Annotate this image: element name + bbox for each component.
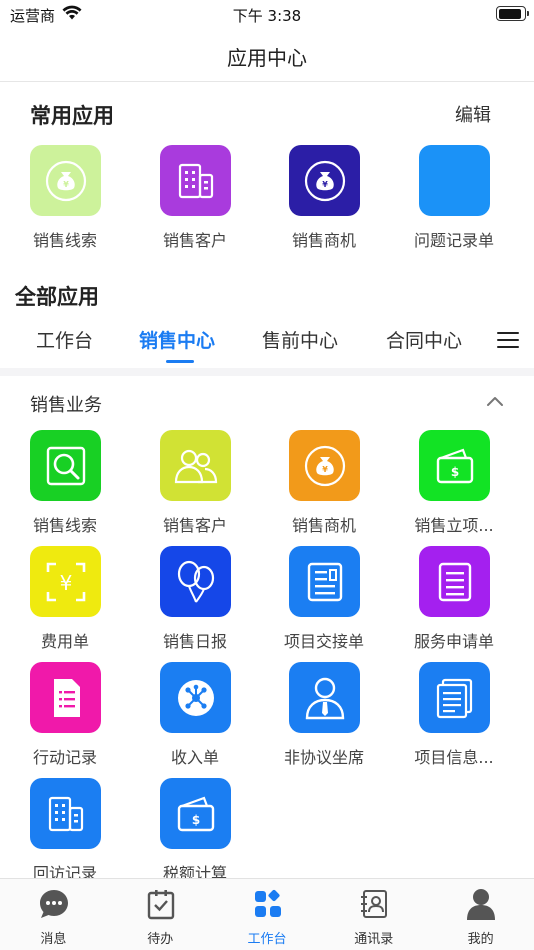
- common-app-item[interactable]: 销售客户: [130, 145, 260, 257]
- common-app-item[interactable]: 问题记录单: [389, 145, 519, 257]
- active-tab-indicator: [166, 360, 194, 363]
- contacts-icon: [357, 887, 391, 921]
- tab-bar-item[interactable]: 消息: [0, 879, 107, 950]
- money-bag-icon: ¥: [289, 145, 360, 216]
- money-bag-icon: ¥: [289, 430, 360, 501]
- sales-app-item[interactable]: 收入单: [130, 662, 260, 774]
- customers-icon: [160, 430, 231, 501]
- tab-sales-center[interactable]: 销售中心: [139, 326, 215, 353]
- sales-app-item[interactable]: 项目信息...: [389, 662, 519, 774]
- tab-bar-item[interactable]: 通讯录: [320, 879, 427, 950]
- sales-app-label: 项目信息...: [414, 748, 494, 767]
- sales-app-item[interactable]: ¥ 费用单: [0, 546, 130, 658]
- balloon-icon: [160, 546, 231, 617]
- sales-app-item[interactable]: 非协议坐席: [259, 662, 389, 774]
- common-app-label: 问题记录单: [413, 231, 494, 250]
- chevron-up-icon[interactable]: [486, 395, 504, 407]
- group-title: 销售业务: [30, 395, 102, 416]
- wallet-icon: $: [419, 430, 490, 501]
- sales-app-item[interactable]: $ 税额计算: [130, 778, 260, 890]
- status-time: 下午 3:38: [232, 7, 302, 25]
- profile-icon: [464, 887, 498, 921]
- section-divider: [0, 368, 534, 376]
- status-bar: 运营商 下午 3:38: [0, 0, 534, 30]
- newspaper-icon: [289, 546, 360, 617]
- tab-contract-center[interactable]: 合同中心: [386, 326, 462, 353]
- sales-app-label: 费用单: [40, 632, 89, 651]
- papers-icon: [419, 662, 490, 733]
- todo-icon: [144, 887, 178, 921]
- svg-text:$: $: [191, 813, 199, 827]
- sales-app-item[interactable]: 服务申请单: [389, 546, 519, 658]
- svg-text:¥: ¥: [59, 571, 72, 595]
- blank-icon: [419, 145, 490, 216]
- tab-bar-label: 通讯录: [354, 932, 394, 947]
- all-apps-title: 全部应用: [15, 285, 99, 309]
- sales-app-item[interactable]: 项目交接单: [259, 546, 389, 658]
- sales-app-label: 项目交接单: [283, 632, 364, 651]
- sales-app-label: 销售线索: [32, 516, 97, 535]
- common-app-label: 销售客户: [162, 231, 227, 250]
- bottom-tab-bar: 消息 待办 工作台 通讯录 我的: [0, 878, 534, 950]
- list-doc-icon: [30, 662, 101, 733]
- sales-app-label: 销售立项...: [414, 516, 494, 535]
- svg-text:¥: ¥: [322, 465, 328, 474]
- svg-text:¥: ¥: [63, 180, 69, 189]
- edit-button[interactable]: 编辑: [455, 101, 491, 127]
- tab-bar-label: 消息: [40, 932, 67, 947]
- menu-icon[interactable]: [497, 332, 519, 349]
- common-app-label: 销售线索: [32, 231, 97, 250]
- common-app-label: 销售商机: [291, 231, 356, 250]
- sales-app-item[interactable]: 销售客户: [130, 430, 260, 542]
- sales-app-label: 收入单: [170, 748, 219, 767]
- grid-icon: [251, 887, 285, 921]
- tab-workbench[interactable]: 工作台: [36, 326, 93, 353]
- sales-app-label: 服务申请单: [413, 632, 494, 651]
- svg-text:$: $: [450, 465, 458, 479]
- page-title: 应用中心: [227, 46, 307, 70]
- sales-app-item[interactable]: ¥ 销售商机: [259, 430, 389, 542]
- tab-bar-item[interactable]: 待办: [107, 879, 214, 950]
- battery-level: [498, 8, 522, 19]
- common-app-item[interactable]: ¥ 销售线索: [0, 145, 130, 257]
- sales-app-label: 销售客户: [162, 516, 227, 535]
- building-icon: [160, 145, 231, 216]
- battery-icon: [496, 6, 529, 21]
- yuan-scan-icon: ¥: [30, 546, 101, 617]
- common-app-item[interactable]: ¥ 销售商机: [259, 145, 389, 257]
- svg-text:¥: ¥: [322, 180, 328, 189]
- sales-app-label: 销售日报: [162, 632, 227, 651]
- sales-app-item[interactable]: 销售线索: [0, 430, 130, 542]
- chat-icon: [37, 887, 71, 921]
- tab-presales-center[interactable]: 售前中心: [262, 326, 338, 353]
- sales-app-label: 非协议坐席: [283, 748, 364, 767]
- sales-app-item[interactable]: 回访记录: [0, 778, 130, 890]
- tab-bar-label: 待办: [147, 932, 174, 947]
- common-apps-title: 常用应用: [30, 104, 114, 128]
- tab-bar-item[interactable]: 工作台: [214, 879, 321, 950]
- category-tabs: 工作台 销售中心 售前中心 合同中心: [0, 318, 534, 364]
- navigation-bar: 应用中心: [0, 30, 534, 82]
- document-icon: [419, 546, 490, 617]
- sales-app-item[interactable]: 行动记录: [0, 662, 130, 774]
- wallet-icon: $: [160, 778, 231, 849]
- network-icon: [160, 662, 231, 733]
- building-icon: [30, 778, 101, 849]
- sales-app-item[interactable]: $ 销售立项...: [389, 430, 519, 542]
- search-icon: [30, 430, 101, 501]
- sales-app-item[interactable]: 销售日报: [130, 546, 260, 658]
- money-bag-icon: ¥: [30, 145, 101, 216]
- sales-app-label: 销售商机: [291, 516, 356, 535]
- tab-bar-label: 工作台: [247, 932, 287, 947]
- tab-bar-item[interactable]: 我的: [427, 879, 534, 950]
- person-icon: [289, 662, 360, 733]
- tab-bar-label: 我的: [467, 932, 494, 947]
- sales-app-label: 行动记录: [32, 748, 97, 767]
